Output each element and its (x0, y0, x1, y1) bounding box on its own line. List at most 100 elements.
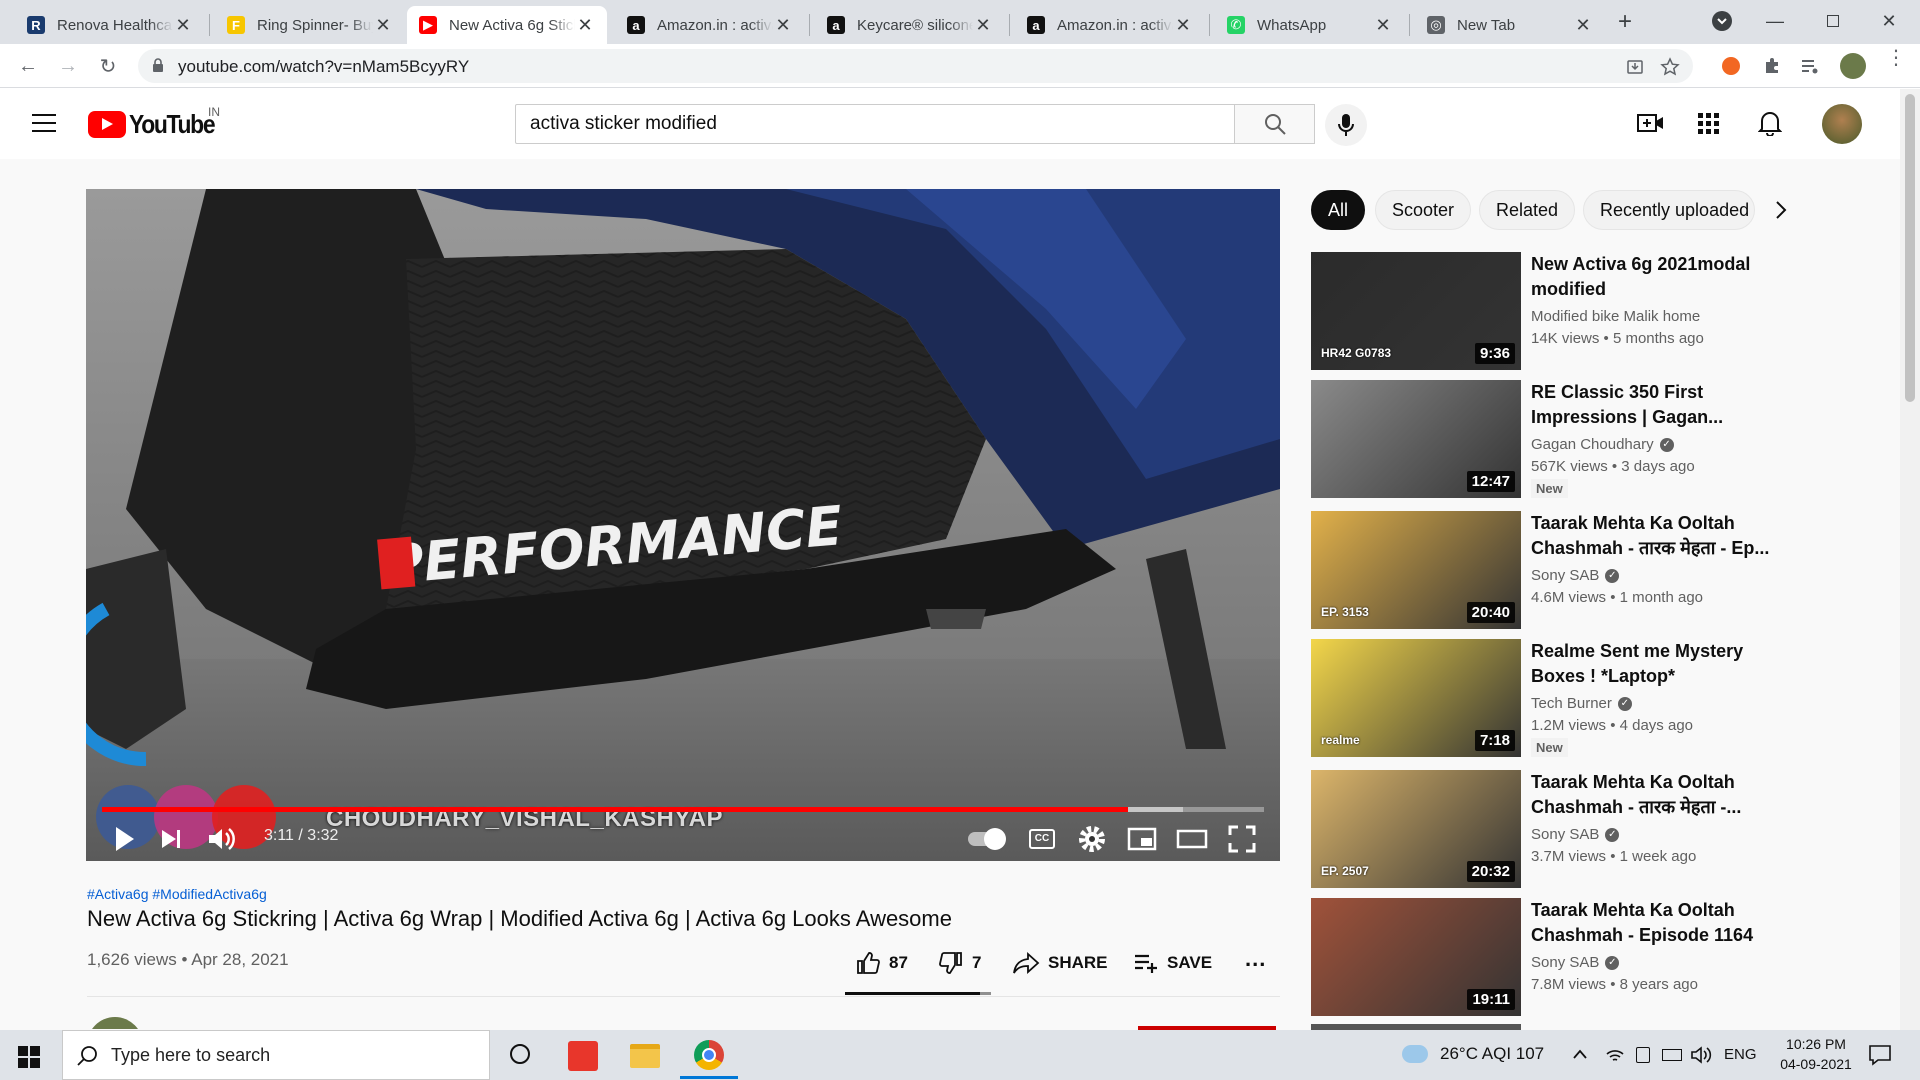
tray-overflow-chevron-icon[interactable] (1572, 1048, 1588, 1060)
tab-close-icon[interactable]: ✕ (973, 15, 993, 36)
progress-bar[interactable] (102, 807, 1264, 812)
browser-tab[interactable]: a Amazon.in : activa ✕ (1015, 6, 1205, 44)
close-window-button[interactable]: ✕ (1866, 6, 1912, 36)
search-button[interactable] (1235, 104, 1315, 144)
tab-close-icon[interactable]: ✕ (773, 15, 793, 36)
tab-close-icon[interactable]: ✕ (173, 15, 193, 36)
reload-icon[interactable]: ↻ (94, 52, 122, 80)
browser-tab[interactable]: a Keycare® silicone ✕ (815, 6, 1005, 44)
browser-tab[interactable]: ✆ WhatsApp ✕ (1215, 6, 1405, 44)
weather-text[interactable]: 26°C AQI 107 (1440, 1044, 1544, 1064)
puzzle-extensions-icon[interactable] (1762, 56, 1782, 76)
new-tab-button[interactable]: + (1610, 8, 1640, 36)
miniplayer-icon[interactable] (1126, 821, 1158, 857)
related-thumbnail[interactable]: realme 7:18 (1311, 639, 1521, 757)
related-title[interactable]: Taarak Mehta Ka Ooltah Chashmah - तारक म… (1531, 511, 1771, 561)
related-channel[interactable]: Sony SAB ✓ (1531, 567, 1620, 584)
voice-search-button[interactable] (1325, 104, 1367, 146)
related-video-item[interactable]: realme 7:18 Realme Sent me Mystery Boxes !… (1311, 639, 1891, 757)
related-channel[interactable]: Modified bike Malik home (1531, 308, 1700, 325)
chips-next-arrow-icon[interactable] (1774, 199, 1788, 221)
account-avatar[interactable] (1822, 104, 1862, 144)
related-title[interactable]: Taarak Mehta Ka Ooltah Chashmah - तारक म… (1531, 770, 1771, 820)
extension-icon[interactable] (1722, 57, 1740, 75)
dislike-button[interactable]: 7 (938, 948, 981, 978)
related-video-item[interactable]: 12:47 RE Classic 350 First Impressions | … (1311, 380, 1891, 498)
filter-chip[interactable]: Related (1479, 190, 1576, 230)
related-thumbnail[interactable]: 19:11 (1311, 898, 1521, 1016)
create-video-icon[interactable] (1637, 111, 1665, 135)
bookmark-star-icon[interactable] (1660, 57, 1680, 77)
minimize-button[interactable]: — (1752, 6, 1798, 36)
related-title[interactable]: RE Classic 350 First Impressions | Gagan… (1531, 380, 1771, 430)
related-video-item[interactable]: HR42 G0783 9:36 New Activa 6g 2021modal mo… (1311, 252, 1891, 370)
filter-chip[interactable]: Recently uploaded (1583, 190, 1755, 230)
tab-close-icon[interactable]: ✕ (1573, 15, 1593, 36)
autoplay-toggle[interactable] (966, 821, 1006, 857)
related-channel[interactable]: Sony SAB ✓ (1531, 826, 1620, 843)
related-channel[interactable]: Gagan Choudhary ✓ (1531, 436, 1674, 453)
search-box[interactable] (515, 104, 1235, 144)
windows-start-icon[interactable] (18, 1046, 40, 1068)
weather-icon[interactable] (1402, 1045, 1428, 1063)
filter-chip[interactable]: Scooter (1375, 190, 1472, 230)
tab-close-icon[interactable]: ✕ (575, 15, 595, 36)
taskbar-search[interactable]: Type here to search (62, 1030, 490, 1080)
browser-tab[interactable]: F Ring Spinner- Buy ✕ (215, 6, 405, 44)
taskbar-app-file-explorer-icon[interactable] (630, 1044, 660, 1068)
related-title[interactable]: Taarak Mehta Ka Ooltah Chashmah - Episod… (1531, 898, 1771, 948)
related-video-item[interactable]: EP. 2507 20:32 Taarak Mehta Ka Ooltah Chas… (1311, 770, 1891, 888)
address-bar[interactable]: youtube.com/watch?v=nMam5BcyyRY (138, 49, 1693, 83)
browser-menu-icon[interactable]: ⋮ (1886, 48, 1906, 78)
language-indicator[interactable]: ENG (1724, 1046, 1757, 1063)
related-title[interactable]: Realme Sent me Mystery Boxes ! *Laptop* (1531, 639, 1771, 689)
taskbar-app-chrome-icon[interactable] (694, 1040, 724, 1070)
volume-icon[interactable] (204, 821, 240, 857)
save-button[interactable]: SAVE (1133, 948, 1212, 978)
forward-icon[interactable]: → (54, 52, 82, 80)
notifications-bell-icon[interactable] (1758, 110, 1782, 136)
play-icon[interactable] (106, 821, 142, 857)
clock[interactable]: 10:26 PM 04-09-2021 (1770, 1034, 1862, 1074)
video-hashtags[interactable]: #Activa6g #ModifiedActiva6g (87, 886, 267, 902)
taskbar-app-anydesk-icon[interactable] (568, 1041, 598, 1071)
browser-tab[interactable]: R Renova Healthcare ✕ (15, 6, 205, 44)
like-button[interactable]: 87 (855, 948, 908, 978)
related-thumbnail[interactable]: HR42 G0783 9:36 (1311, 252, 1521, 370)
share-button[interactable]: SHARE (1012, 948, 1108, 978)
profile-avatar[interactable] (1840, 53, 1866, 79)
install-icon[interactable] (1626, 58, 1644, 76)
related-thumbnail[interactable]: EP. 2507 20:32 (1311, 770, 1521, 888)
notification-center-icon[interactable] (1868, 1044, 1892, 1066)
next-icon[interactable] (156, 821, 186, 857)
related-video-item[interactable]: EP. 3153 20:40 Taarak Mehta Ka Ooltah Chas… (1311, 511, 1891, 629)
theater-mode-icon[interactable] (1176, 821, 1208, 857)
related-channel[interactable]: Sony SAB ✓ (1531, 954, 1620, 971)
browser-tab[interactable]: a Amazon.in : activa ✕ (615, 6, 805, 44)
browser-tab[interactable]: ▶ New Activa 6g Stickring✕ (407, 6, 607, 44)
battery-icon[interactable] (1662, 1049, 1682, 1061)
task-view-icon[interactable] (510, 1044, 530, 1064)
hamburger-menu-icon[interactable] (32, 113, 56, 133)
more-actions-button[interactable]: ... (1245, 944, 1266, 974)
settings-gear-icon[interactable] (1076, 821, 1108, 857)
related-title[interactable]: New Activa 6g 2021modal modified (1531, 252, 1771, 302)
related-thumbnail[interactable]: 12:47 (1311, 380, 1521, 498)
fullscreen-icon[interactable] (1226, 821, 1258, 857)
back-icon[interactable]: ← (14, 52, 42, 80)
meet-now-icon[interactable] (1636, 1047, 1650, 1063)
search-input[interactable] (516, 105, 1234, 143)
video-player[interactable]: PERFORMANCE CHOUDHARY_VISHAL_KASHYAP 3:1… (86, 189, 1280, 861)
page-scrollbar[interactable] (1900, 89, 1920, 1030)
related-thumbnail[interactable]: EP. 3153 20:40 (1311, 511, 1521, 629)
apps-grid-icon[interactable] (1698, 113, 1720, 135)
wifi-icon[interactable] (1605, 1046, 1625, 1064)
tab-close-icon[interactable]: ✕ (373, 15, 393, 36)
maximize-button[interactable] (1810, 6, 1856, 36)
tab-close-icon[interactable]: ✕ (1373, 15, 1393, 36)
related-video-item[interactable]: 19:11 Taarak Mehta Ka Ooltah Chashmah - E… (1311, 898, 1891, 1016)
filter-chip[interactable]: All (1311, 190, 1366, 230)
captions-icon[interactable]: CC (1026, 821, 1058, 857)
media-queue-icon[interactable] (1800, 56, 1820, 76)
tab-search-icon[interactable] (1712, 11, 1732, 31)
